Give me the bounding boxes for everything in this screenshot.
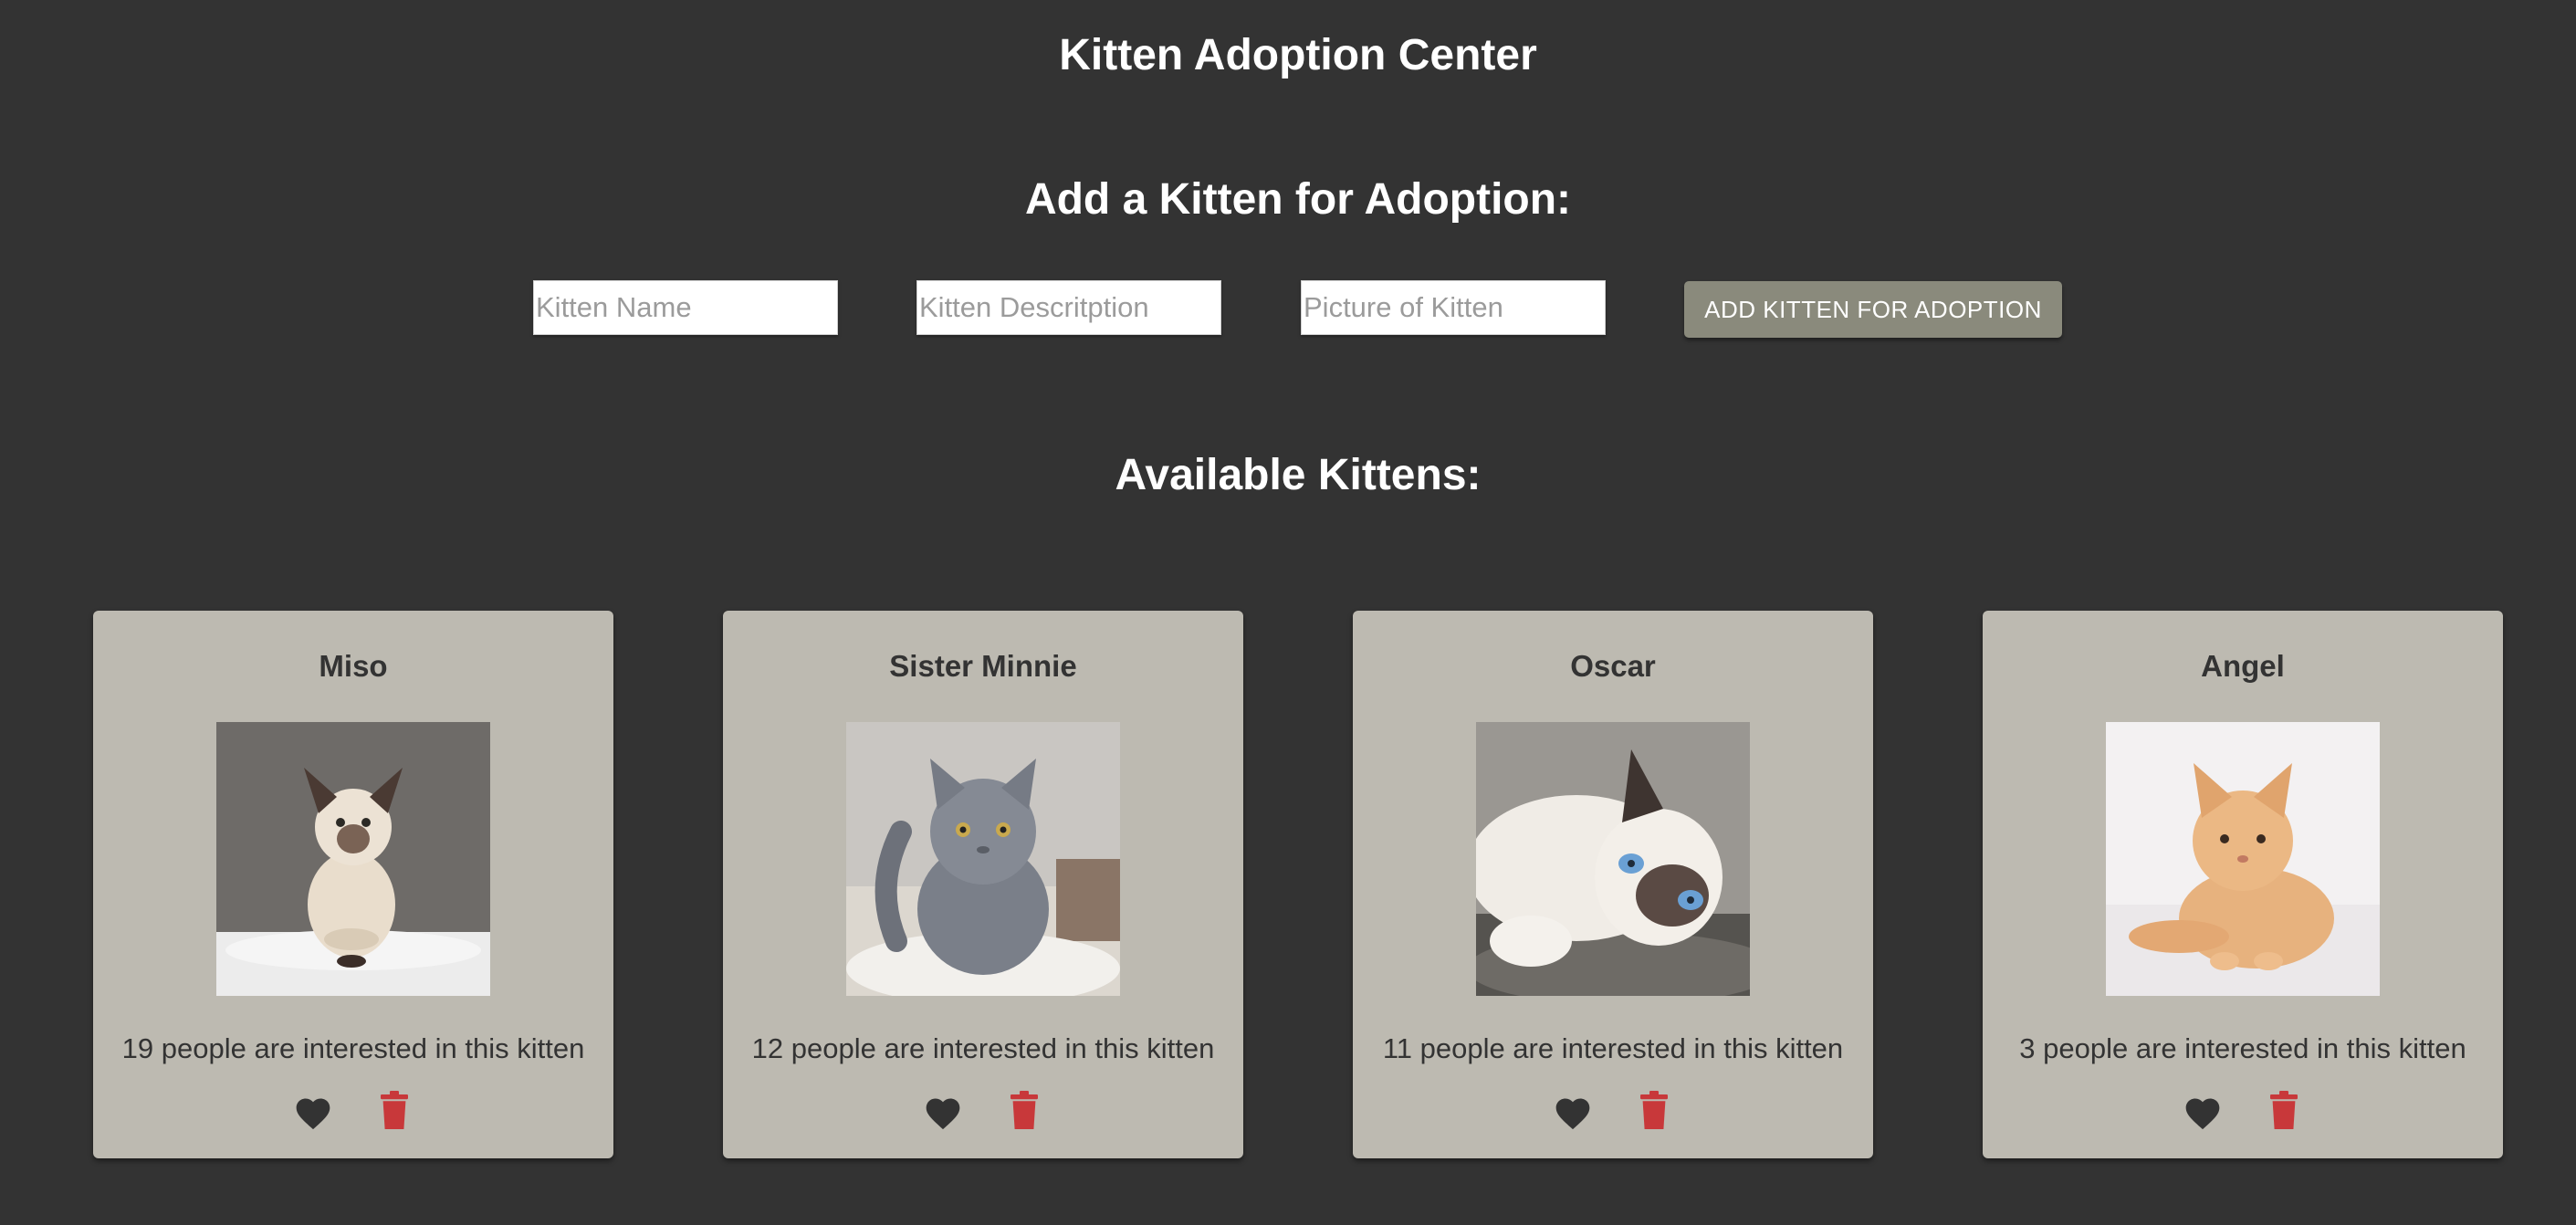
kitten-card-oscar: Oscar 11 people are interested in this k… [1353, 611, 1873, 1158]
kitten-adoption-page: Kitten Adoption Center Add a Kitten for … [0, 0, 2576, 1225]
add-kitten-form: ADD KITTEN FOR ADOPTION [0, 280, 2576, 339]
interest-count: 3 people are interested in this kitten [2019, 1032, 2466, 1064]
kitten-description-input[interactable] [916, 280, 1221, 335]
heart-icon[interactable] [293, 1094, 333, 1134]
kitten-name-input[interactable] [533, 280, 838, 335]
heart-icon[interactable] [923, 1094, 963, 1134]
kitten-name: Sister Minnie [889, 649, 1077, 683]
kitten-photo [216, 722, 490, 996]
kitten-photo [2106, 722, 2380, 996]
page-title: Kitten Adoption Center [1059, 31, 1537, 79]
interest-count: 11 people are interested in this kitten [1382, 1032, 1844, 1064]
add-kitten-heading: Add a Kitten for Adoption: [1024, 175, 1572, 224]
kitten-card-angel: Angel 3 people are interested in this ki… [1983, 611, 2503, 1158]
add-kitten-button[interactable]: ADD KITTEN FOR ADOPTION [1684, 281, 2062, 338]
trash-icon[interactable] [2270, 1091, 2298, 1131]
kitten-card-miso: Miso 19 people are interested in this ki… [93, 611, 613, 1158]
trash-icon[interactable] [1640, 1091, 1668, 1131]
kitten-card-sister-minnie: Sister Minnie 12 people are interested i… [723, 611, 1243, 1158]
interest-count: 12 people are interested in this kitten [751, 1032, 1215, 1064]
kitten-name: Miso [319, 649, 388, 683]
kitten-picture-input[interactable] [1301, 280, 1606, 335]
heart-icon[interactable] [2183, 1094, 2223, 1134]
kitten-photo [1476, 722, 1750, 996]
trash-icon[interactable] [1011, 1091, 1038, 1131]
kitten-name: Oscar [1570, 649, 1656, 683]
heart-icon[interactable] [1553, 1094, 1593, 1134]
trash-icon[interactable] [381, 1091, 408, 1131]
kitten-photo [846, 722, 1120, 996]
kitten-name: Angel [2201, 649, 2285, 683]
available-kittens-heading: Available Kittens: [1115, 451, 1482, 499]
interest-count: 19 people are interested in this kitten [121, 1032, 585, 1064]
